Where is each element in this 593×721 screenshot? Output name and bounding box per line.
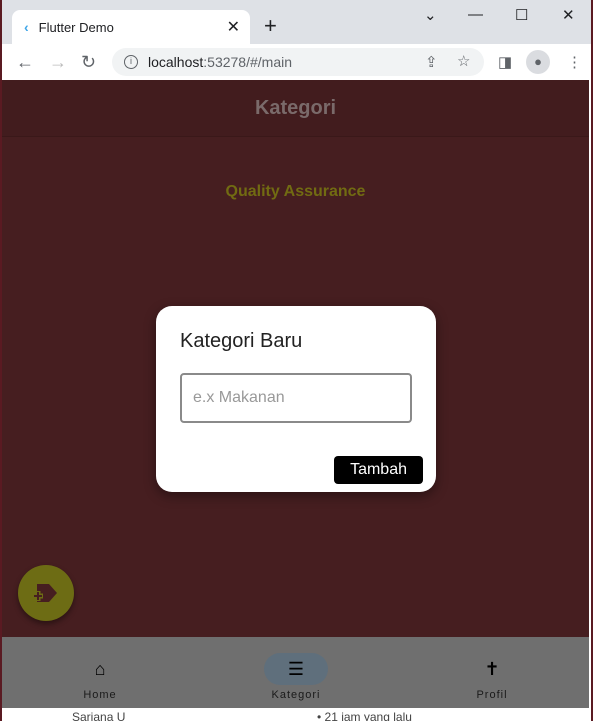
minimize-icon[interactable]: —: [468, 6, 483, 23]
new-tab-icon[interactable]: +: [264, 13, 277, 39]
peek-name: Sarjana U: [72, 710, 126, 721]
close-tab-icon[interactable]: ✕: [227, 17, 240, 37]
bottom-navigation: ⌂ Home ☰ Kategori ✝ Profil: [2, 637, 589, 708]
app-bar-title: Kategori: [2, 80, 589, 137]
url-host: localhost: [148, 54, 204, 70]
close-window-icon[interactable]: ✕: [562, 6, 575, 24]
nav-label: Home: [83, 689, 117, 701]
flutter-icon: ‹: [24, 19, 29, 35]
menu-dots-icon[interactable]: ⋮: [567, 53, 582, 71]
category-name-input[interactable]: e.x Makanan: [180, 373, 412, 423]
forward-icon[interactable]: →: [49, 52, 67, 73]
new-category-dialog: Kategori Baru e.x Makanan Tambah: [156, 306, 436, 492]
bookmark-star-icon[interactable]: ☆: [457, 52, 470, 70]
nav-profil[interactable]: ✝ Profil: [432, 637, 552, 701]
address-bar[interactable]: i localhost:53278/#/main ⇪ ☆: [112, 48, 484, 76]
browser-toolbar: ← → ↻ i localhost:53278/#/main ⇪ ☆ ◨ ● ⋮: [2, 44, 591, 80]
share-icon[interactable]: ⇪: [425, 53, 438, 71]
tab-title: Flutter Demo: [38, 19, 114, 35]
home-icon: ⌂: [94, 659, 106, 679]
maximize-icon[interactable]: ☐: [515, 6, 528, 24]
nav-kategori[interactable]: ☰ Kategori: [236, 637, 356, 701]
tab-search-icon[interactable]: ⌄: [424, 6, 437, 24]
nav-home[interactable]: ⌂ Home: [40, 637, 160, 701]
list-icon: ☰: [264, 653, 328, 685]
category-item[interactable]: Quality Assurance: [2, 183, 589, 201]
new-label-icon: [33, 584, 57, 602]
tab-bar: ‹ Flutter Demo ✕ + ⌄ — ☐ ✕: [2, 0, 591, 44]
browser-tab[interactable]: ‹ Flutter Demo ✕: [12, 10, 250, 44]
tambah-button[interactable]: Tambah: [334, 456, 423, 484]
profile-avatar-icon[interactable]: ●: [526, 50, 550, 74]
back-icon[interactable]: ←: [16, 52, 34, 73]
peek-time: • 21 jam yang lalu: [317, 710, 412, 721]
side-panel-icon[interactable]: ◨: [498, 53, 512, 71]
reload-icon[interactable]: ↻: [81, 52, 96, 73]
dialog-title: Kategori Baru: [180, 330, 303, 352]
background-page-peek: Sarjana U • 21 jam yang lalu: [2, 708, 589, 721]
info-icon[interactable]: i: [124, 55, 138, 69]
url-path: :53278/#/main: [203, 54, 292, 70]
add-category-fab[interactable]: [18, 565, 74, 621]
accessibility-icon: ✝: [484, 659, 500, 679]
nav-label: Profil: [476, 689, 508, 701]
nav-label: Kategori: [271, 689, 321, 701]
